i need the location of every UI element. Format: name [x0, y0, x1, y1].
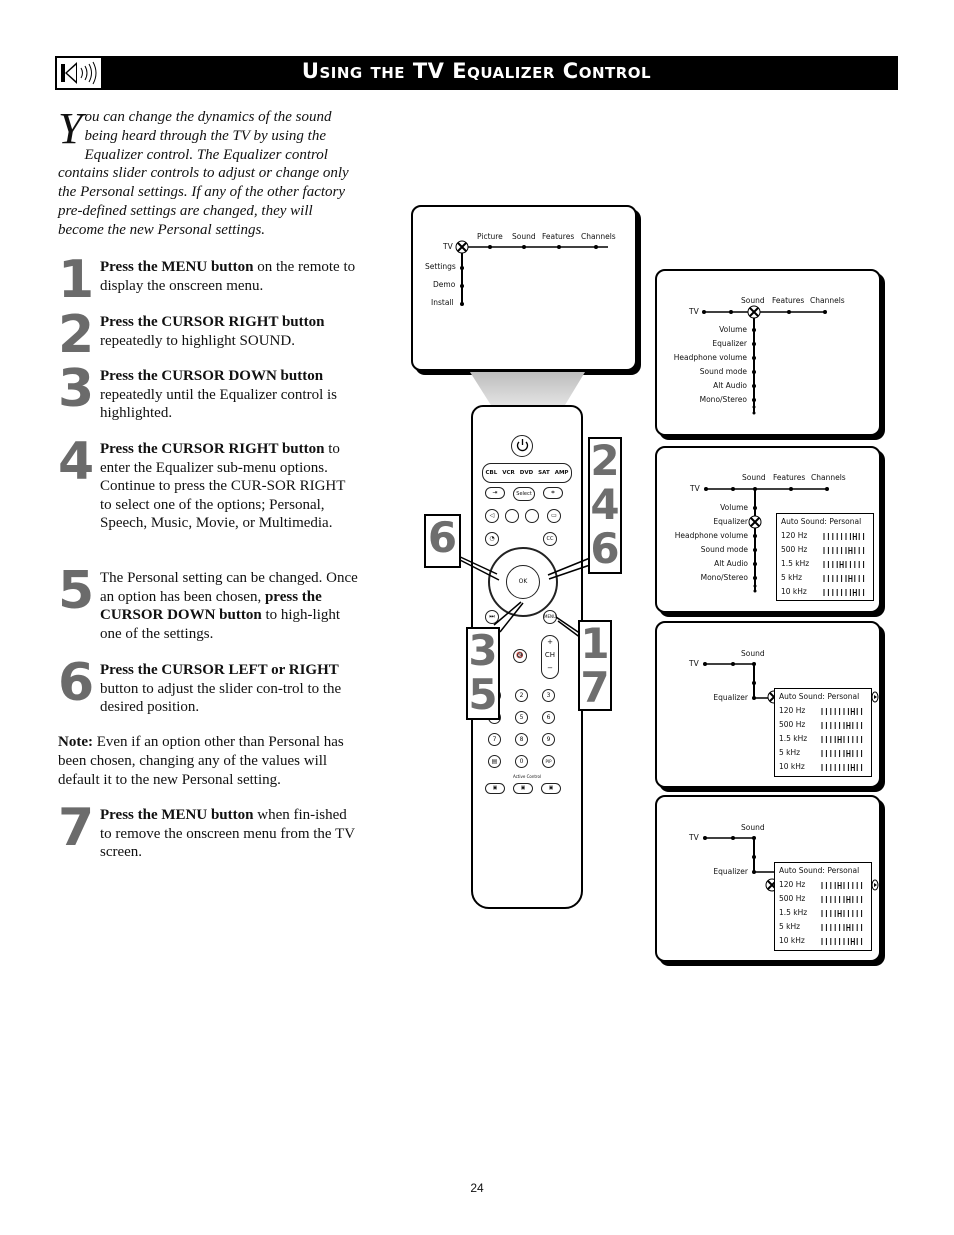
callout-number: 6: [590, 524, 620, 573]
page-number: 24: [470, 1181, 484, 1195]
callout-steps-1-7: 1 7: [578, 620, 612, 711]
callout-steps-3-5: 3 5: [466, 627, 500, 720]
callout-number: 7: [580, 663, 610, 712]
callout-number: 6: [427, 513, 458, 562]
callout-number: 1: [580, 619, 610, 668]
callout-step-6-left: 6: [424, 514, 461, 568]
callout-pointers: [455, 554, 591, 642]
callout-number: 3: [468, 626, 498, 675]
callout-steps-2-4-6: 2 4 6: [588, 437, 622, 574]
callout-number: 5: [468, 670, 498, 719]
callout-number: 2: [590, 436, 620, 485]
callout-number: 4: [590, 480, 620, 529]
